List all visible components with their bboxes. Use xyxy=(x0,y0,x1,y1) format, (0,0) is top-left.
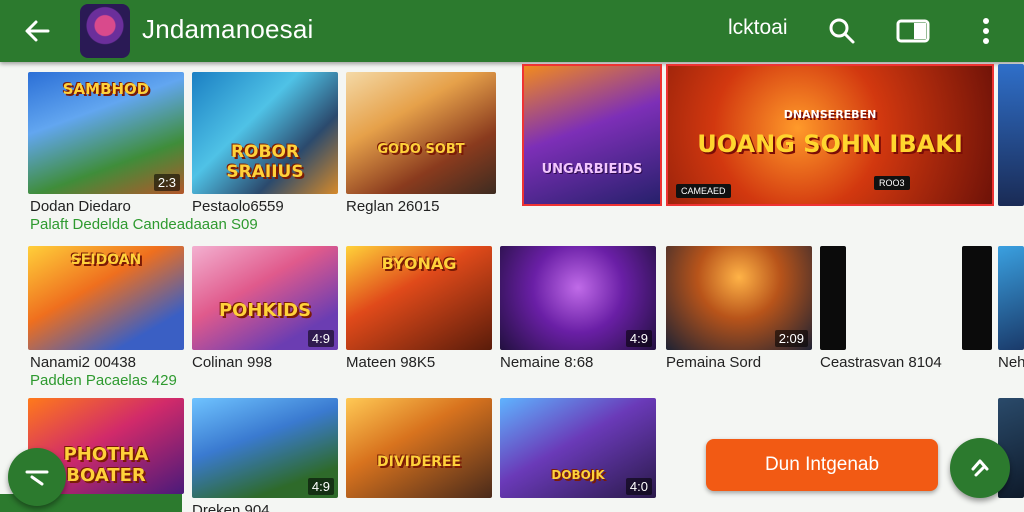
banner-tag: CAMEAED xyxy=(676,184,731,198)
navigate-fab[interactable] xyxy=(950,438,1010,498)
search-icon xyxy=(829,18,855,44)
duration-badge: 2:09 xyxy=(774,330,808,347)
duration-badge: 4:9 xyxy=(625,330,652,347)
back-arrow-icon xyxy=(25,20,50,42)
row-subtitle: Padden Pacaelas 429 xyxy=(30,372,177,389)
game-title: Ceastrasvan 8104 xyxy=(820,354,942,371)
game-thumbnail[interactable] xyxy=(820,246,846,350)
game-title: Dreken 904 xyxy=(192,502,270,512)
game-title: Pemaina Sord xyxy=(666,354,762,371)
game-title: Colinan 998 xyxy=(192,354,273,371)
game-title: Mateen 98K5 xyxy=(346,354,436,371)
tablet-mode-button[interactable] xyxy=(893,11,933,51)
more-vert-icon xyxy=(983,18,989,44)
app-title: Jndamanoesai xyxy=(142,14,314,44)
tablet-icon xyxy=(896,19,930,43)
app-logo xyxy=(80,4,130,58)
game-thumbnail[interactable]: DIVIDEREE xyxy=(346,398,492,498)
game-title: Neh xyxy=(998,354,1024,371)
game-thumbnail[interactable]: GODO SOBT xyxy=(346,72,496,194)
game-thumbnail[interactable]: DOBOJK 4:0 xyxy=(500,398,656,498)
featured-banner[interactable]: UNGARBIEIDS xyxy=(522,64,662,206)
game-thumbnail[interactable]: POHKIDS 4:9 xyxy=(192,246,338,350)
app-bar: Jndamanoesai lcktoai xyxy=(0,0,1024,62)
collapse-fab[interactable] xyxy=(8,448,66,506)
game-thumbnail[interactable]: SEIDOAN xyxy=(28,246,184,350)
back-button[interactable] xyxy=(18,12,56,50)
game-thumbnail[interactable] xyxy=(998,246,1024,350)
header-action-link[interactable]: lcktoai xyxy=(728,16,788,40)
row-subtitle: Palaft Dedelda Candeadaaan S09 xyxy=(30,216,258,233)
game-thumbnail[interactable]: 4:9 xyxy=(500,246,656,350)
game-thumbnail[interactable]: 2:09 xyxy=(666,246,812,350)
overflow-menu-button[interactable] xyxy=(966,11,1006,51)
navigate-icon xyxy=(971,459,989,477)
game-title: Pestaolo6559 xyxy=(192,198,284,215)
collapse-icon xyxy=(25,470,49,486)
search-button[interactable] xyxy=(822,11,862,51)
game-thumbnail[interactable]: 4:9 xyxy=(192,398,338,498)
duration-badge: 4:9 xyxy=(307,478,334,495)
banner-tag: ROO3 xyxy=(874,176,910,190)
game-title: Reglan 26015 xyxy=(346,198,440,215)
featured-banner-peek[interactable] xyxy=(998,64,1024,206)
game-thumbnail[interactable]: BYONAG xyxy=(346,246,492,350)
game-title: Nemaine 8:68 xyxy=(500,354,594,371)
duration-badge: 4:9 xyxy=(307,330,334,347)
game-title: Dodan Diedaro xyxy=(30,198,131,215)
primary-cta-button[interactable]: Dun Intgenab xyxy=(706,439,938,491)
duration-badge: 4:0 xyxy=(625,478,652,495)
game-thumbnail[interactable]: SAMBHOD 2:3 xyxy=(28,72,184,194)
featured-banner-large[interactable]: DNANSEREBEN UOANG SOHN IBAKI CAMEAED ROO… xyxy=(666,64,994,206)
game-thumbnail[interactable] xyxy=(962,246,992,350)
game-thumbnail[interactable]: ROBOR SRAIIUS xyxy=(192,72,338,194)
duration-badge: 2:3 xyxy=(153,174,180,191)
game-title: Nanami2 00438 xyxy=(30,354,136,371)
